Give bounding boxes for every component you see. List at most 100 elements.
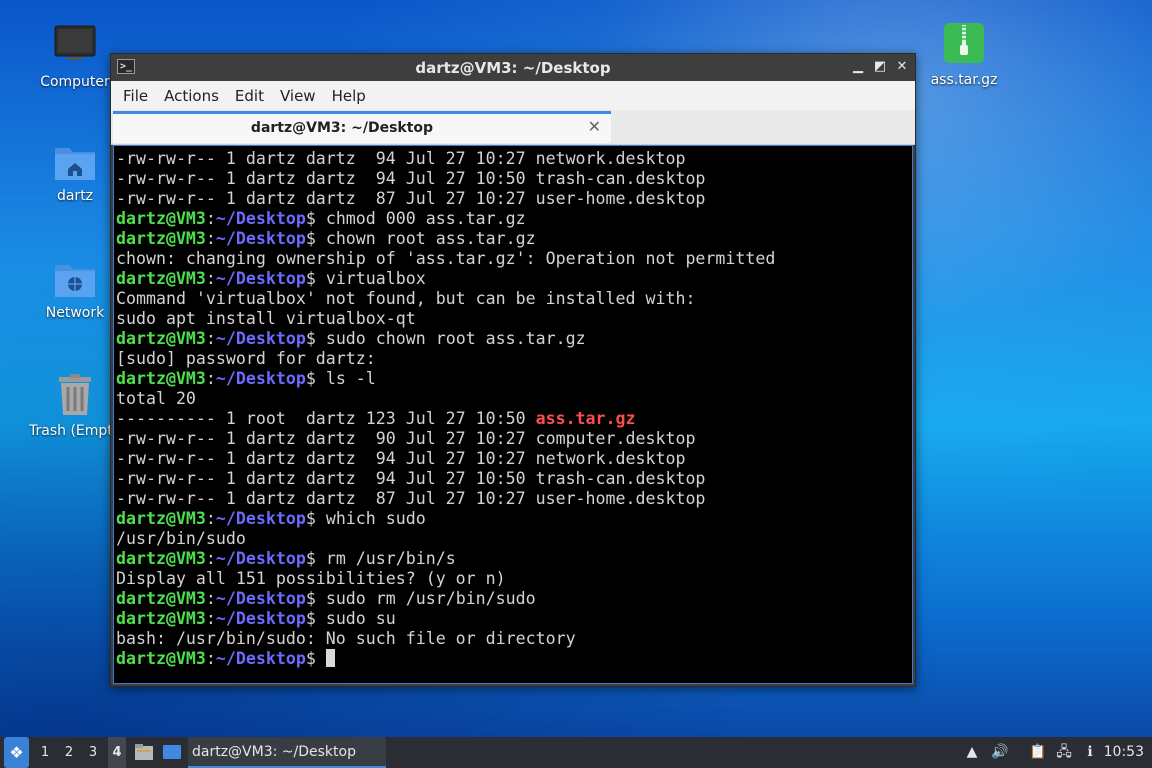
- terminal-line: -rw-rw-r-- 1 dartz dartz 87 Jul 27 10:27…: [116, 189, 912, 209]
- terminal-line: -rw-rw-r-- 1 dartz dartz 94 Jul 27 10:27…: [116, 149, 912, 169]
- terminal-output[interactable]: -rw-rw-r-- 1 dartz dartz 94 Jul 27 10:27…: [113, 145, 913, 684]
- clipboard-icon[interactable]: 📋: [1028, 737, 1048, 768]
- menu-file[interactable]: File: [115, 87, 156, 105]
- computer-icon: [54, 25, 96, 60]
- workspace-3[interactable]: 3: [84, 737, 102, 768]
- minimize-button[interactable]: ▁: [849, 58, 867, 76]
- prompt-separator: :: [205, 589, 216, 608]
- prompt-dollar: $: [305, 589, 326, 608]
- terminal-line: dartz@VM3:~/Desktop$: [116, 649, 912, 669]
- workspace-2[interactable]: 2: [60, 737, 78, 768]
- output-text: -rw-rw-r-- 1 dartz dartz 94 Jul 27 10:27…: [116, 449, 686, 468]
- update-notifier-icon[interactable]: ℹ: [1080, 737, 1100, 768]
- output-text: -rw-rw-r-- 1 dartz dartz 94 Jul 27 10:27…: [116, 149, 686, 168]
- taskbar: ❖ 1 2 3 4 dartz@VM3: ~/Desktop ▲ 🔊 📋 🖧 ℹ…: [0, 737, 1152, 768]
- terminal-line: total 20: [116, 389, 912, 409]
- tray-up-arrow-icon[interactable]: ▲: [962, 737, 982, 768]
- prompt-path: ~/Desktop: [215, 549, 306, 568]
- command-text: sudo chown root ass.tar.gz: [325, 329, 586, 348]
- prompt-dollar: $: [305, 229, 326, 248]
- window-title: dartz@VM3: ~/Desktop: [415, 59, 611, 77]
- command-text: chown root ass.tar.gz: [325, 229, 536, 248]
- prompt-user: dartz@VM3: [116, 509, 206, 528]
- prompt-dollar: $: [305, 509, 326, 528]
- terminal-line: dartz@VM3:~/Desktop$ sudo rm /usr/bin/su…: [116, 589, 912, 609]
- prompt-separator: :: [205, 509, 216, 528]
- desktop-icon: [163, 745, 181, 759]
- prompt-dollar: $: [305, 649, 326, 668]
- terminal-line: -rw-rw-r-- 1 dartz dartz 94 Jul 27 10:27…: [116, 449, 912, 469]
- output-text: -rw-rw-r-- 1 dartz dartz 90 Jul 27 10:27…: [116, 429, 696, 448]
- file-manager-launcher[interactable]: [134, 737, 156, 768]
- taskbar-terminal-task[interactable]: dartz@VM3: ~/Desktop: [188, 737, 386, 768]
- output-text: -rw-rw-r-- 1 dartz dartz 94 Jul 27 10:50…: [116, 469, 706, 488]
- terminal-line: bash: /usr/bin/sudo: No such file or dir…: [116, 629, 912, 649]
- command-text: virtualbox: [325, 269, 426, 288]
- terminal-line: Command 'virtualbox' not found, but can …: [116, 289, 912, 309]
- desktop-icon-label: dartz: [56, 188, 94, 204]
- desktop-icon-network[interactable]: Network: [27, 259, 123, 321]
- prompt-dollar: $: [305, 329, 326, 348]
- prompt-path: ~/Desktop: [215, 649, 306, 668]
- show-desktop-launcher[interactable]: [162, 737, 184, 768]
- prompt-separator: :: [205, 609, 216, 628]
- output-text: chown: changing ownership of 'ass.tar.gz…: [116, 249, 776, 268]
- output-text: [sudo] password for dartz:: [116, 349, 376, 368]
- menu-view[interactable]: View: [272, 87, 324, 105]
- prompt-user: dartz@VM3: [116, 609, 206, 628]
- prompt-path: ~/Desktop: [215, 329, 306, 348]
- prompt-dollar: $: [305, 609, 326, 628]
- prompt-user: dartz@VM3: [116, 369, 206, 388]
- lubuntu-logo-icon: ❖: [9, 743, 24, 762]
- menu-edit[interactable]: Edit: [227, 87, 272, 105]
- workspace-4[interactable]: 4: [108, 737, 126, 768]
- desktop-icon-label: Computer: [40, 74, 110, 90]
- tab-bar: dartz@VM3: ~/Desktop ✕: [111, 110, 915, 145]
- menu-help[interactable]: Help: [324, 87, 374, 105]
- command-text: which sudo: [325, 509, 426, 528]
- desktop-icon-computer[interactable]: Computer: [27, 24, 123, 90]
- output-text: sudo apt install virtualbox-qt: [116, 309, 416, 328]
- menu-actions[interactable]: Actions: [156, 87, 227, 105]
- prompt-path: ~/Desktop: [215, 209, 306, 228]
- terminal-window[interactable]: >_ dartz@VM3: ~/Desktop ▁ ◩ ✕ File Actio…: [110, 53, 916, 687]
- tab-close-icon[interactable]: ✕: [588, 117, 601, 136]
- terminal-line: -rw-rw-r-- 1 dartz dartz 94 Jul 27 10:50…: [116, 169, 912, 189]
- menubar: File Actions Edit View Help: [111, 81, 915, 110]
- desktop-icon-trash[interactable]: Trash (Empty): [17, 373, 127, 439]
- prompt-dollar: $: [305, 269, 326, 288]
- terminal-line: dartz@VM3:~/Desktop$ which sudo: [116, 509, 912, 529]
- terminal-line: [sudo] password for dartz:: [116, 349, 912, 369]
- prompt-dollar: $: [305, 549, 326, 568]
- prompt-path: ~/Desktop: [215, 369, 306, 388]
- terminal-line: dartz@VM3:~/Desktop$ sudo chown root ass…: [116, 329, 912, 349]
- desktop-icon-archive[interactable]: ass.tar.gz: [916, 22, 1012, 88]
- close-button[interactable]: ✕: [893, 58, 911, 76]
- window-titlebar[interactable]: >_ dartz@VM3: ~/Desktop ▁ ◩ ✕: [111, 54, 915, 81]
- clock[interactable]: 10:53: [1104, 737, 1144, 768]
- output-text: -rw-rw-r-- 1 dartz dartz 87 Jul 27 10:27…: [116, 189, 706, 208]
- start-menu-button[interactable]: ❖: [4, 737, 29, 768]
- highlighted-filename: ass.tar.gz: [535, 409, 636, 428]
- terminal-line: dartz@VM3:~/Desktop$ sudo su: [116, 609, 912, 629]
- command-text: sudo rm /usr/bin/sudo: [325, 589, 536, 608]
- network-folder-icon: [55, 265, 95, 297]
- command-text: chmod 000 ass.tar.gz: [325, 209, 526, 228]
- volume-icon[interactable]: 🔊: [990, 737, 1010, 768]
- output-text: bash: /usr/bin/sudo: No such file or dir…: [116, 629, 576, 648]
- terminal-tab[interactable]: dartz@VM3: ~/Desktop ✕: [113, 111, 611, 143]
- terminal-line: /usr/bin/sudo: [116, 529, 912, 549]
- terminal-line: Display all 151 possibilities? (y or n): [116, 569, 912, 589]
- archive-file-icon: [944, 23, 984, 63]
- maximize-button[interactable]: ◩: [871, 58, 889, 76]
- prompt-separator: :: [205, 269, 216, 288]
- prompt-path: ~/Desktop: [215, 609, 306, 628]
- network-icon[interactable]: 🖧: [1054, 737, 1074, 768]
- prompt-separator: :: [205, 369, 216, 388]
- prompt-user: dartz@VM3: [116, 209, 206, 228]
- workspace-1[interactable]: 1: [36, 737, 54, 768]
- prompt-separator: :: [205, 209, 216, 228]
- home-folder-icon: [55, 148, 95, 180]
- terminal-line: dartz@VM3:~/Desktop$ virtualbox: [116, 269, 912, 289]
- desktop-icon-home[interactable]: dartz: [27, 142, 123, 204]
